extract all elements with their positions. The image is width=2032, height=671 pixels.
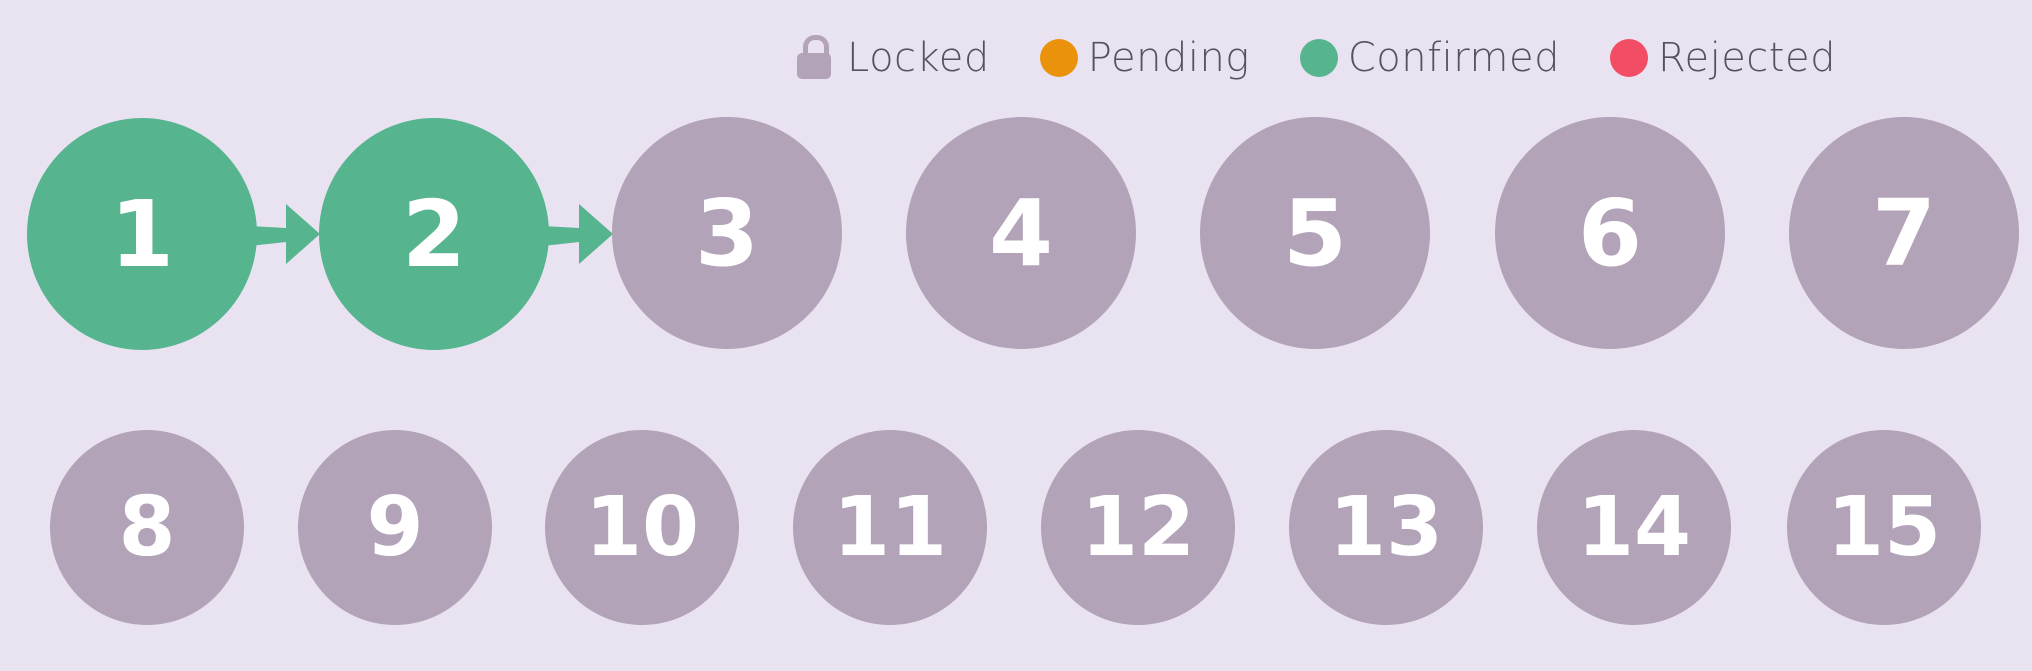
step-node[interactable]: 11 (793, 430, 987, 625)
step-number: 10 (584, 480, 700, 575)
step-node[interactable]: 5 (1200, 117, 1430, 349)
step-node[interactable]: 8 (50, 430, 244, 625)
step-node[interactable]: 15 (1787, 430, 1981, 625)
rejected-dot-icon (1609, 39, 1648, 77)
status-legend: Locked Pending Confirmed Rejected (795, 28, 1836, 88)
step-number: 7 (1871, 179, 1936, 287)
step-number: 4 (988, 179, 1053, 287)
legend-item-pending: Pending (1039, 35, 1250, 81)
step-number: 11 (832, 480, 948, 575)
step-node[interactable]: 6 (1495, 117, 1725, 349)
step-node[interactable]: 14 (1537, 430, 1731, 625)
step-number: 14 (1576, 480, 1692, 575)
legend-label: Confirmed (1347, 35, 1560, 81)
step-number: 1 (109, 180, 174, 288)
arrow-2-to-3 (543, 204, 613, 264)
legend-item-locked: Locked (795, 35, 990, 81)
legend-item-rejected: Rejected (1609, 35, 1836, 81)
step-number: 13 (1328, 480, 1444, 575)
step-node[interactable]: 12 (1041, 430, 1235, 625)
lock-icon (795, 35, 833, 81)
step-number: 8 (118, 480, 176, 575)
step-node[interactable]: 13 (1289, 430, 1483, 625)
step-node[interactable]: 3 (612, 117, 842, 349)
confirmed-dot-icon (1299, 39, 1338, 77)
step-number: 9 (366, 480, 424, 575)
step-node[interactable]: 4 (906, 117, 1136, 349)
step-node[interactable]: 10 (545, 430, 739, 625)
step-number: 3 (694, 179, 759, 287)
pending-dot-icon (1039, 39, 1078, 77)
step-node[interactable]: 2 (319, 118, 549, 350)
step-number: 15 (1826, 480, 1942, 575)
arrow-1-to-2 (250, 204, 320, 264)
legend-item-confirmed: Confirmed (1299, 35, 1560, 81)
step-number: 6 (1577, 179, 1642, 287)
step-node[interactable]: 9 (298, 430, 492, 625)
legend-label: Pending (1087, 35, 1250, 81)
step-number: 2 (401, 180, 466, 288)
step-number: 5 (1282, 179, 1347, 287)
step-node[interactable]: 1 (27, 118, 257, 350)
legend-label: Rejected (1657, 35, 1836, 81)
step-number: 12 (1080, 480, 1196, 575)
step-node[interactable]: 7 (1789, 117, 2019, 349)
legend-label: Locked (847, 35, 990, 81)
